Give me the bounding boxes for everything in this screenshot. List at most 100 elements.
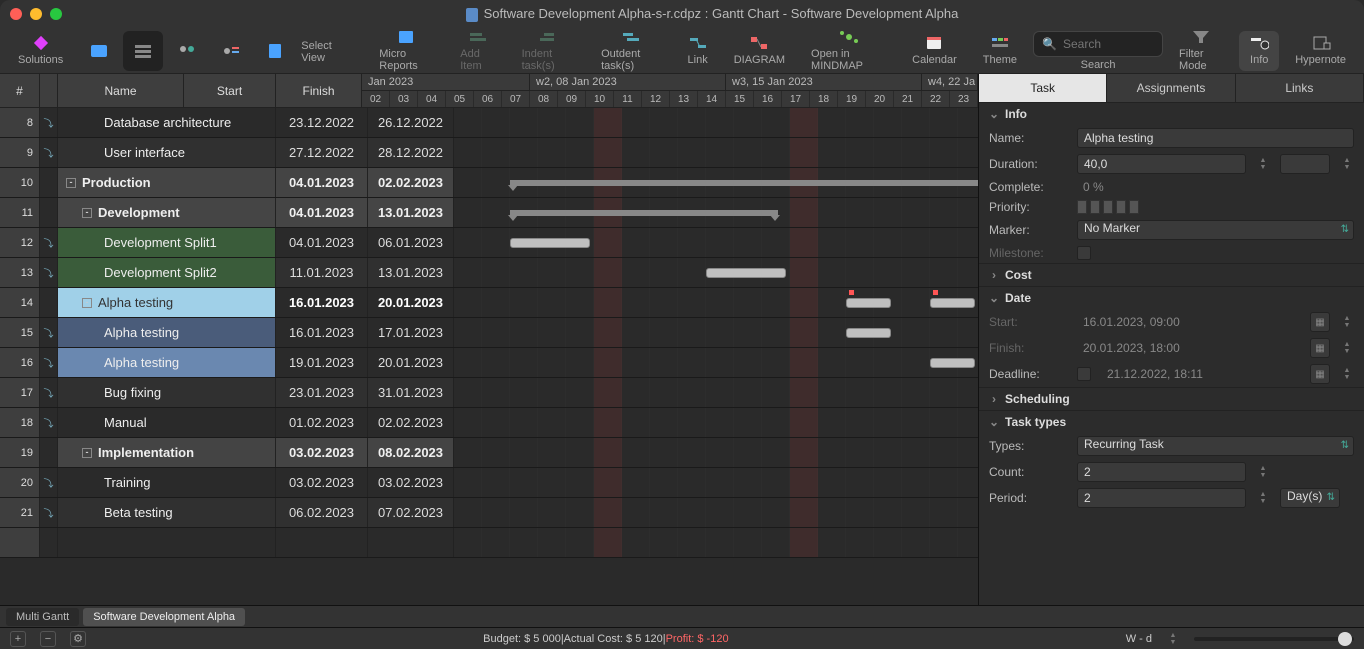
collapse-toggle[interactable]: - bbox=[82, 448, 92, 458]
finish-cell[interactable]: 13.01.2023 bbox=[368, 198, 454, 227]
finish-cell[interactable]: 06.01.2023 bbox=[368, 228, 454, 257]
diagram-button[interactable]: DIAGRAM bbox=[724, 31, 795, 71]
finish-cell[interactable] bbox=[368, 528, 454, 557]
gear-icon[interactable]: ⚙ bbox=[70, 631, 86, 647]
task-name-cell[interactable]: -Alpha testing bbox=[58, 288, 276, 317]
start-cell[interactable]: 16.01.2023 bbox=[276, 318, 368, 347]
task-name-cell[interactable]: -Production bbox=[58, 168, 276, 197]
start-cell[interactable]: 04.01.2023 bbox=[276, 168, 368, 197]
gantt-bar[interactable] bbox=[706, 268, 786, 278]
task-row[interactable]: 13⤵Development Split211.01.202313.01.202… bbox=[0, 258, 978, 288]
start-cell[interactable]: 23.01.2023 bbox=[276, 378, 368, 407]
view-list-button[interactable] bbox=[123, 31, 163, 71]
task-name-cell[interactable]: Alpha testing bbox=[58, 318, 276, 347]
timeline-cell[interactable] bbox=[454, 318, 978, 347]
timeline-cell[interactable] bbox=[454, 468, 978, 497]
duration-stepper[interactable]: ▲▼ bbox=[1256, 157, 1270, 171]
start-cell[interactable]: 04.01.2023 bbox=[276, 198, 368, 227]
hypernote-button[interactable]: Hypernote bbox=[1285, 31, 1356, 71]
task-name-cell[interactable] bbox=[58, 528, 276, 557]
priority-picker[interactable] bbox=[1077, 200, 1139, 214]
finish-cell[interactable]: 20.01.2023 bbox=[368, 348, 454, 377]
timeline-cell[interactable] bbox=[454, 498, 978, 527]
slider-knob[interactable] bbox=[1338, 632, 1352, 646]
minimize-icon[interactable] bbox=[30, 8, 42, 20]
start-cell[interactable]: 11.01.2023 bbox=[276, 258, 368, 287]
finish-cell[interactable]: 08.02.2023 bbox=[368, 438, 454, 467]
start-cell[interactable]: 27.12.2022 bbox=[276, 138, 368, 167]
summary-bar[interactable] bbox=[510, 180, 978, 186]
start-cell[interactable]: 03.02.2023 bbox=[276, 438, 368, 467]
view-doc-button[interactable] bbox=[255, 31, 295, 71]
start-cell[interactable]: 06.02.2023 bbox=[276, 498, 368, 527]
task-row[interactable]: 15⤵Alpha testing16.01.202317.01.2023 bbox=[0, 318, 978, 348]
finish-stepper[interactable]: ▲▼ bbox=[1340, 341, 1354, 355]
count-field[interactable] bbox=[1077, 462, 1246, 482]
collapse-toggle[interactable]: - bbox=[82, 298, 92, 308]
zoom-slider[interactable] bbox=[1194, 637, 1354, 641]
task-row[interactable]: 19-Implementation03.02.202308.02.2023 bbox=[0, 438, 978, 468]
timeline-cell[interactable] bbox=[454, 228, 978, 257]
task-row[interactable]: 10-Production04.01.202302.02.2023 bbox=[0, 168, 978, 198]
tab-links[interactable]: Links bbox=[1236, 74, 1364, 102]
start-cell[interactable] bbox=[276, 528, 368, 557]
summary-bar[interactable] bbox=[510, 210, 778, 216]
start-cell[interactable]: 04.01.2023 bbox=[276, 228, 368, 257]
timeline-cell[interactable] bbox=[454, 348, 978, 377]
start-cell[interactable]: 03.02.2023 bbox=[276, 468, 368, 497]
duration-field[interactable] bbox=[1077, 154, 1246, 174]
remove-button[interactable]: − bbox=[40, 631, 56, 647]
section-info[interactable]: ⌄Info bbox=[979, 102, 1364, 125]
deadline-stepper[interactable]: ▲▼ bbox=[1340, 367, 1354, 381]
task-name-cell[interactable]: Bug fixing bbox=[58, 378, 276, 407]
timeline-cell[interactable] bbox=[454, 408, 978, 437]
timeline-cell[interactable] bbox=[454, 258, 978, 287]
timeline-cell[interactable] bbox=[454, 108, 978, 137]
outdent-button[interactable]: Outdent task(s) bbox=[591, 31, 671, 71]
task-row[interactable]: 14-Alpha testing16.01.202320.01.2023 bbox=[0, 288, 978, 318]
gantt-bar[interactable] bbox=[846, 298, 891, 308]
timeline-cell[interactable] bbox=[454, 528, 978, 557]
timeline-cell[interactable] bbox=[454, 438, 978, 467]
view-resource-button[interactable] bbox=[211, 31, 251, 71]
section-task-types[interactable]: ⌄Task types bbox=[979, 410, 1364, 433]
task-name-cell[interactable]: Beta testing bbox=[58, 498, 276, 527]
link-button[interactable]: Link bbox=[678, 31, 718, 71]
task-row[interactable]: 17⤵Bug fixing23.01.202331.01.2023 bbox=[0, 378, 978, 408]
finish-cell[interactable]: 03.02.2023 bbox=[368, 468, 454, 497]
date-picker-icon[interactable]: ▦ bbox=[1310, 338, 1330, 358]
task-name-cell[interactable]: Database architecture bbox=[58, 108, 276, 137]
info-button[interactable]: Info bbox=[1239, 31, 1279, 71]
view-card-button[interactable] bbox=[79, 31, 119, 71]
add-item-button[interactable]: Add Item bbox=[450, 31, 505, 71]
filter-mode-button[interactable]: Filter Mode bbox=[1169, 31, 1233, 71]
close-icon[interactable] bbox=[10, 8, 22, 20]
finish-cell[interactable]: 07.02.2023 bbox=[368, 498, 454, 527]
finish-cell[interactable]: 26.12.2022 bbox=[368, 108, 454, 137]
task-row[interactable]: 16⤵Alpha testing19.01.202320.01.2023 bbox=[0, 348, 978, 378]
finish-cell[interactable]: 20.01.2023 bbox=[368, 288, 454, 317]
zoom-stepper[interactable]: ▲▼ bbox=[1166, 632, 1180, 646]
tab-assignments[interactable]: Assignments bbox=[1107, 74, 1235, 102]
finish-cell[interactable]: 17.01.2023 bbox=[368, 318, 454, 347]
name-field[interactable] bbox=[1077, 128, 1354, 148]
timeline-cell[interactable] bbox=[454, 168, 978, 197]
task-name-cell[interactable]: -Implementation bbox=[58, 438, 276, 467]
indent-button[interactable]: Indent task(s) bbox=[512, 31, 586, 71]
start-cell[interactable]: 01.02.2023 bbox=[276, 408, 368, 437]
collapse-toggle[interactable]: - bbox=[82, 208, 92, 218]
date-picker-icon[interactable]: ▦ bbox=[1310, 312, 1330, 332]
task-row[interactable]: 8⤵Database architecture23.12.202226.12.2… bbox=[0, 108, 978, 138]
col-num[interactable]: # bbox=[0, 74, 40, 108]
tab-project[interactable]: Software Development Alpha bbox=[83, 608, 245, 626]
maximize-icon[interactable] bbox=[50, 8, 62, 20]
section-scheduling[interactable]: ›Scheduling bbox=[979, 387, 1364, 410]
finish-cell[interactable]: 13.01.2023 bbox=[368, 258, 454, 287]
gantt-bar[interactable] bbox=[846, 328, 891, 338]
task-name-cell[interactable]: Development Split2 bbox=[58, 258, 276, 287]
solutions-button[interactable]: Solutions bbox=[8, 31, 73, 71]
task-row[interactable]: 11-Development04.01.202313.01.2023 bbox=[0, 198, 978, 228]
types-select[interactable]: Recurring Task⇅ bbox=[1077, 436, 1354, 456]
start-stepper[interactable]: ▲▼ bbox=[1340, 315, 1354, 329]
task-row[interactable]: 21⤵Beta testing06.02.202307.02.2023 bbox=[0, 498, 978, 528]
